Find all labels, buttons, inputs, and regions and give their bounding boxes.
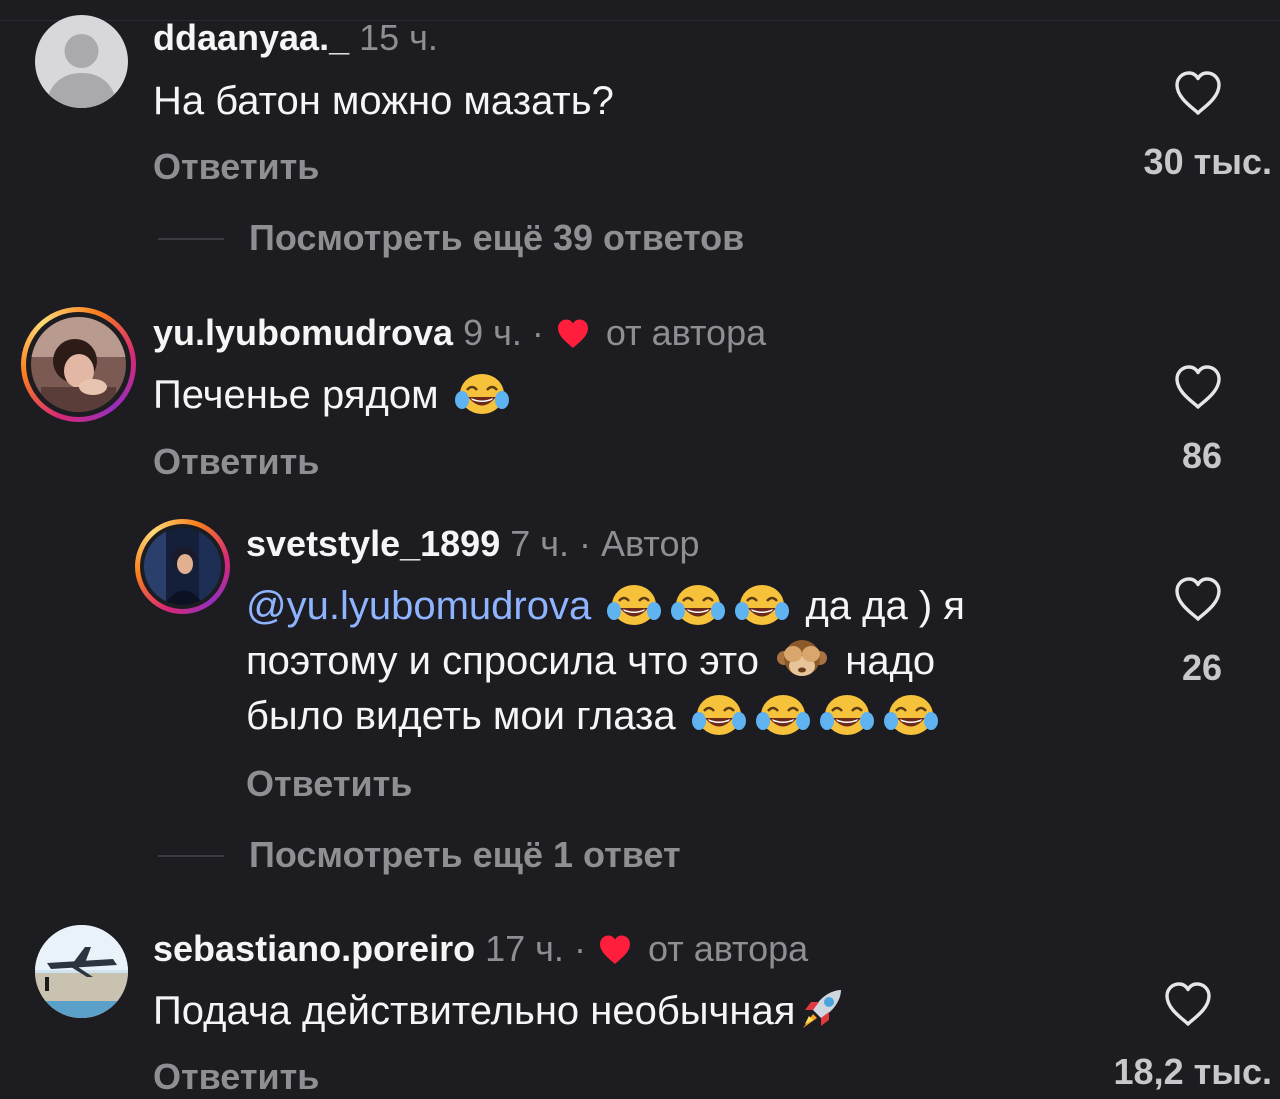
comment-time: 9 ч. (463, 312, 522, 353)
reply-text-line: было видеть мои глаза (246, 689, 1126, 744)
divider-line (158, 238, 224, 240)
reply-text-line: @yu.lyubomudrova да да ) я (246, 579, 1126, 634)
tears-of-joy-emoji (755, 695, 810, 735)
red-heart-icon (599, 935, 630, 964)
comment-text: Печенье рядом (153, 368, 514, 423)
comment-text-content: Подача действительно необычная (153, 989, 796, 1033)
comment-time: 17 ч. (485, 928, 564, 969)
author-like-label: от автора (605, 312, 767, 353)
comment-text: На батон можно мазать? (153, 79, 614, 123)
comment-text-content: Печенье рядом (153, 373, 439, 417)
mention-link[interactable]: @yu.lyubomudrova (246, 584, 591, 628)
view-more-replies-label[interactable]: Посмотреть ещё 39 ответов (249, 216, 744, 260)
avatar-photo (31, 317, 126, 412)
like-count: 86 (1181, 435, 1222, 476)
default-user-icon (45, 34, 118, 108)
author-like-label: от автора (647, 928, 809, 969)
divider-line (158, 855, 224, 857)
separator-dot: · (573, 928, 586, 969)
reply-text-line: поэтому и спросила что это надо (246, 634, 1126, 689)
reply-text-part: было видеть мои глаза (246, 694, 676, 738)
tears-of-joy-emoji (735, 585, 790, 625)
view-more-replies[interactable]: Посмотреть ещё 1 ответ (158, 833, 1058, 877)
see-no-evil-monkey-emoji (777, 640, 828, 676)
tears-of-joy-emoji (454, 374, 509, 414)
avatar-photo (35, 925, 128, 1018)
rocket-emoji (803, 990, 842, 1028)
heart-outline-icon[interactable] (1173, 364, 1223, 410)
red-heart-icon (557, 319, 588, 348)
avatar-photo (144, 528, 221, 605)
username[interactable]: ddaanyaa._ (153, 17, 349, 58)
heart-outline-icon[interactable] (1173, 576, 1223, 622)
avatar-default[interactable] (35, 15, 128, 108)
reply-text-part: надо (845, 639, 936, 683)
like-count: 26 (1181, 647, 1222, 688)
comment-time: 15 ч. (359, 17, 438, 58)
reply-button[interactable]: Ответить (153, 145, 319, 189)
comment-text: Подача действительно необычная (153, 984, 855, 1039)
avatar[interactable] (144, 528, 221, 605)
view-more-replies[interactable]: Посмотреть ещё 39 ответов (158, 216, 1058, 260)
comment-meta: sebastiano.poreiro 17 ч. · от автора (153, 927, 808, 971)
reply-text-part: да да ) я (805, 584, 965, 628)
tears-of-joy-emoji (607, 585, 662, 625)
reply-button[interactable]: Ответить (246, 762, 412, 806)
tears-of-joy-emoji (671, 585, 726, 625)
tears-of-joy-emoji (819, 695, 874, 735)
username[interactable]: svetstyle_1899 (246, 523, 500, 564)
comment-meta: ddaanyaa._ 15 ч. (153, 16, 438, 60)
separator-dot: · (531, 312, 544, 353)
comment-time: 7 ч. (510, 523, 570, 564)
reply-text: @yu.lyubomudrova да да ) я поэтому и спр… (246, 579, 1126, 744)
reply-meta: svetstyle_1899 7 ч. · Автор (246, 522, 700, 566)
like-count: 18,2 тыс. (1113, 1051, 1272, 1092)
reply-text-part: поэтому и спросила что это (246, 639, 759, 683)
heart-outline-icon[interactable] (1173, 70, 1223, 116)
avatar[interactable] (31, 317, 126, 412)
tears-of-joy-emoji (883, 695, 938, 735)
heart-outline-icon[interactable] (1163, 981, 1213, 1027)
author-badge: Автор (601, 523, 700, 564)
view-more-replies-label[interactable]: Посмотреть ещё 1 ответ (249, 833, 681, 877)
avatar[interactable] (35, 925, 128, 1018)
comment-meta: yu.lyubomudrova 9 ч. · от автора (153, 311, 766, 355)
reply-button[interactable]: Ответить (153, 1055, 319, 1099)
like-count: 30 тыс. (1143, 141, 1272, 182)
username[interactable]: sebastiano.poreiro (153, 928, 475, 969)
tears-of-joy-emoji (691, 695, 746, 735)
separator-dot: · (579, 523, 592, 564)
reply-button[interactable]: Ответить (153, 440, 319, 484)
username[interactable]: yu.lyubomudrova (153, 312, 453, 353)
